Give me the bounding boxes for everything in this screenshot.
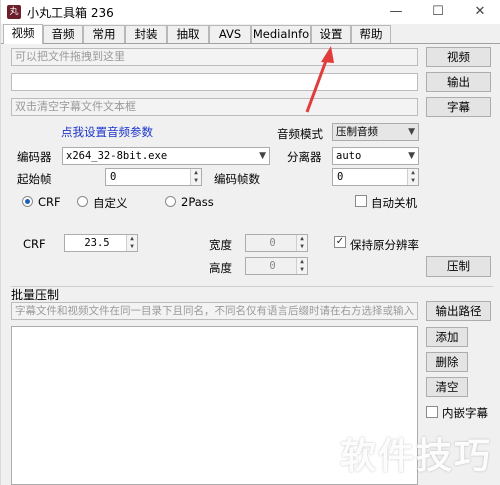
stepper-arrows-icon[interactable]: ▲ ▼ xyxy=(407,169,418,185)
close-button[interactable]: ✕ xyxy=(465,2,495,22)
tab-help[interactable]: 帮助 xyxy=(351,25,391,43)
stepper-arrows-icon[interactable]: ▲ ▼ xyxy=(126,235,137,251)
subtitle-button[interactable]: 字幕 xyxy=(426,97,491,117)
keep-resolution-label: 保持原分辨率 xyxy=(350,238,419,252)
twopass-mode-label: 2Pass xyxy=(181,195,214,209)
tab-settings[interactable]: 设置 xyxy=(311,25,351,43)
chevron-down-icon: ▼ xyxy=(408,127,415,137)
batch-hint-input[interactable]: 字幕文件和视频文件在同一目录下且同名，不同名仅有语言后缀时请在右方选择或输入 xyxy=(11,302,418,320)
audio-mode-label: 音频模式 xyxy=(277,127,323,141)
auto-shutdown-checkbox[interactable] xyxy=(355,195,367,207)
stepper-arrows-icon[interactable]: ▲ ▼ xyxy=(190,169,201,185)
add-button[interactable]: 添加 xyxy=(426,327,468,347)
main-window: 丸 小丸工具箱 236 — ☐ ✕ 视频 音频 常用 封装 抽取 AVS Med… xyxy=(0,0,500,485)
demuxer-label: 分离器 xyxy=(287,150,322,164)
tab-video[interactable]: 视频 xyxy=(3,24,43,44)
encode-frames-value: 0 xyxy=(337,171,344,183)
audio-mode-value: 压制音频 xyxy=(336,126,378,138)
minimize-button[interactable]: — xyxy=(381,2,411,22)
tab-avs[interactable]: AVS xyxy=(209,25,251,43)
height-label: 高度 xyxy=(209,261,232,275)
auto-shutdown-label: 自动关机 xyxy=(371,196,417,210)
encode-frames-stepper[interactable]: 0 ▲ ▼ xyxy=(332,168,419,186)
encode-button[interactable]: 压制 xyxy=(426,256,491,277)
delete-button[interactable]: 删除 xyxy=(426,352,468,372)
subtitle-file-input[interactable]: 双击清空字幕文件文本框 xyxy=(11,98,418,116)
width-stepper[interactable]: 0 ▲ ▼ xyxy=(245,234,308,252)
tab-extract[interactable]: 抽取 xyxy=(167,25,209,43)
title-bar: 丸 小丸工具箱 236 — ☐ ✕ xyxy=(1,0,500,24)
encoder-select[interactable]: x264_32-8bit.exe ▼ xyxy=(62,147,270,165)
clear-button[interactable]: 清空 xyxy=(426,377,468,397)
tab-bar: 视频 音频 常用 封装 抽取 AVS MediaInfo 设置 帮助 xyxy=(1,24,500,44)
embed-subtitle-label: 内嵌字幕 xyxy=(442,406,488,420)
encoder-label: 编码器 xyxy=(17,150,52,164)
crf-stepper[interactable]: 23.5 ▲ ▼ xyxy=(64,234,138,252)
start-frame-value: 0 xyxy=(110,171,117,183)
video-button[interactable]: 视频 xyxy=(426,47,491,67)
video-file-input[interactable]: 可以把文件拖拽到这里 xyxy=(11,48,418,66)
keep-resolution-checkbox[interactable]: ✓ xyxy=(334,236,346,248)
start-frame-label: 起始帧 xyxy=(17,172,52,186)
output-file-input[interactable] xyxy=(11,73,418,91)
window-title: 小丸工具箱 236 xyxy=(27,6,114,20)
batch-title: 批量压制 xyxy=(11,288,60,302)
chevron-down-icon: ▼ xyxy=(408,151,415,161)
encoder-value: x264_32-8bit.exe xyxy=(66,150,168,162)
start-frame-stepper[interactable]: 0 ▲ ▼ xyxy=(105,168,202,186)
crf-label: CRF xyxy=(23,237,46,251)
chevron-down-icon: ▼ xyxy=(259,151,266,161)
maximize-button[interactable]: ☐ xyxy=(423,2,453,22)
audio-settings-link[interactable]: 点我设置音频参数 xyxy=(61,124,153,140)
output-path-button[interactable]: 输出路径 xyxy=(426,301,491,321)
demuxer-value: auto xyxy=(336,150,362,162)
audio-mode-select[interactable]: 压制音频 ▼ xyxy=(332,123,419,141)
tab-audio[interactable]: 音频 xyxy=(43,25,83,43)
tab-mux[interactable]: 封装 xyxy=(125,25,167,43)
custom-mode-label: 自定义 xyxy=(93,196,128,210)
stepper-arrows-icon[interactable]: ▲ ▼ xyxy=(296,235,307,251)
width-label: 宽度 xyxy=(209,238,232,252)
tab-common[interactable]: 常用 xyxy=(83,25,125,43)
watermark: 软件技巧 xyxy=(339,436,492,477)
divider xyxy=(11,286,493,287)
width-value: 0 xyxy=(269,237,276,249)
crf-value: 23.5 xyxy=(84,237,110,249)
output-button[interactable]: 输出 xyxy=(426,72,491,92)
tab-mediainfo[interactable]: MediaInfo xyxy=(251,25,311,43)
encode-frames-label: 编码帧数 xyxy=(214,172,260,186)
crf-mode-label: CRF xyxy=(38,195,61,209)
embed-subtitle-checkbox[interactable] xyxy=(426,406,438,418)
demuxer-select[interactable]: auto ▼ xyxy=(332,147,419,165)
crf-radio[interactable] xyxy=(22,196,33,207)
twopass-radio[interactable] xyxy=(165,196,176,207)
stepper-arrows-icon[interactable]: ▲ ▼ xyxy=(296,258,307,274)
app-icon: 丸 xyxy=(7,5,21,19)
height-value: 0 xyxy=(269,260,276,272)
custom-radio[interactable] xyxy=(77,196,88,207)
height-stepper[interactable]: 0 ▲ ▼ xyxy=(245,257,308,275)
